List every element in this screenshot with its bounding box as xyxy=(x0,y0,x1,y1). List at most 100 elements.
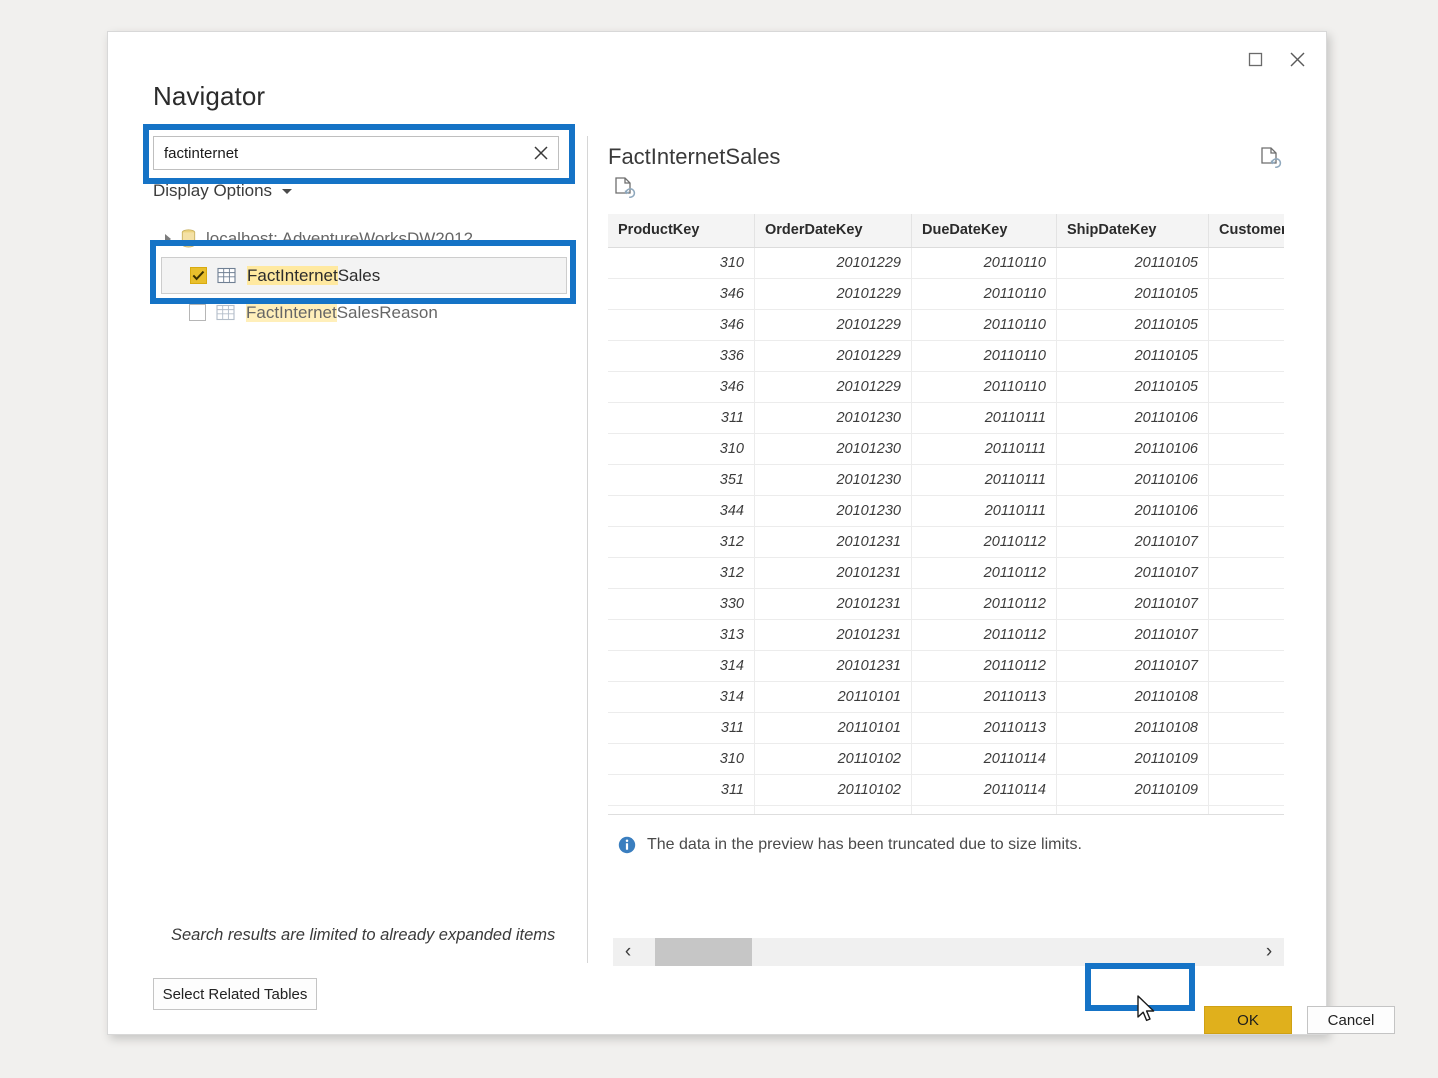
table-row[interactable]: 31120101230201101112011010627645 xyxy=(608,402,1284,434)
cancel-button[interactable]: Cancel xyxy=(1307,1006,1395,1034)
table-cell: 16351 xyxy=(1208,619,1284,651)
table-row[interactable]: 31020110102201101142011010927601 xyxy=(608,743,1284,775)
table-icon xyxy=(216,304,235,321)
close-icon xyxy=(1290,52,1304,66)
maximize-button[interactable] xyxy=(1234,42,1276,76)
table-cell: 20110101 xyxy=(754,712,912,744)
column-header-customerkey[interactable]: CustomerKey xyxy=(1208,214,1284,248)
table-cell: 16483 xyxy=(1208,805,1284,814)
table-cell: 20110112 xyxy=(911,557,1057,589)
table-cell: 20101229 xyxy=(754,309,912,341)
table-cell: 314 xyxy=(608,681,755,713)
table-row[interactable]: 31220101231201101122011010727621 xyxy=(608,526,1284,558)
column-header-shipdatekey[interactable]: ShipDateKey xyxy=(1056,214,1209,248)
table-cell: 336 xyxy=(608,340,755,372)
table-cell: 11005 xyxy=(1208,464,1284,496)
table-row[interactable]: 35120101230201101112011010611005 xyxy=(608,464,1284,496)
table-row[interactable]: 31420110101201101132011010827606 xyxy=(608,681,1284,713)
table-cell: 311 xyxy=(608,712,755,744)
table-cell: 11011 xyxy=(1208,495,1284,527)
table-row[interactable]: 31120110102201101142011010913591 xyxy=(608,774,1284,806)
scrollbar-track[interactable] xyxy=(643,938,1254,966)
table-cell: 16517 xyxy=(1208,650,1284,682)
table-cell: 20110105 xyxy=(1056,309,1209,341)
navigator-dialog: Navigator Display Options xyxy=(107,31,1395,1035)
table-cell: 312 xyxy=(608,557,755,589)
preview-grid[interactable]: ProductKey OrderDateKey DueDateKey ShipD… xyxy=(608,214,1284,815)
chevron-right-icon[interactable] xyxy=(165,233,171,244)
scroll-left-arrow-icon[interactable]: ‹ xyxy=(613,938,643,966)
table-cell: 310 xyxy=(608,433,755,465)
column-header-orderdatekey[interactable]: OrderDateKey xyxy=(754,214,912,248)
ok-button[interactable]: OK xyxy=(1204,1006,1292,1034)
table-cell: 20110107 xyxy=(1056,557,1209,589)
search-clear-button[interactable] xyxy=(524,137,558,169)
table-cell: 11003 xyxy=(1208,371,1284,403)
search-input[interactable] xyxy=(154,137,524,169)
table-row[interactable]: 34420101230201101112011010611011 xyxy=(608,495,1284,527)
table-row[interactable]: 34620101229201101102011010528389 xyxy=(608,278,1284,310)
table-cell: 351 xyxy=(608,464,755,496)
table-cell: 312 xyxy=(608,526,755,558)
display-options-dropdown[interactable]: Display Options xyxy=(153,178,559,204)
column-header-duedatekey[interactable]: DueDateKey xyxy=(911,214,1057,248)
table-cell: 13513 xyxy=(1208,712,1284,744)
search-results-note: Search results are limited to already ex… xyxy=(171,926,556,944)
table-row[interactable]: 34620101229201101102011010525863 xyxy=(608,309,1284,341)
select-related-tables-button[interactable]: Select Related Tables xyxy=(153,978,317,1010)
table-cell: 20101230 xyxy=(754,433,912,465)
table-cell: 330 xyxy=(608,588,755,620)
scrollbar-thumb[interactable] xyxy=(655,938,752,966)
table-row[interactable]: 31420101231201101122011010716517 xyxy=(608,650,1284,682)
page-title: Navigator xyxy=(153,81,266,111)
table-cell: 20110107 xyxy=(1056,650,1209,682)
horizontal-scrollbar[interactable]: ‹ › xyxy=(613,938,1284,966)
table-head: ProductKey OrderDateKey DueDateKey ShipD… xyxy=(608,214,1284,248)
table-cell: 20110109 xyxy=(1056,805,1209,814)
table-row[interactable]: 31420110102201101142011010916483 xyxy=(608,805,1284,814)
table-cell: 14501 xyxy=(1208,340,1284,372)
column-header-productkey[interactable]: ProductKey xyxy=(608,214,755,248)
table-cell: 20110106 xyxy=(1056,433,1209,465)
pane-divider xyxy=(587,136,588,963)
table-cell: 28389 xyxy=(1208,278,1284,310)
table-cell: 20101230 xyxy=(754,495,912,527)
tree-row-server[interactable]: localhost: AdventureWorksDW2012 xyxy=(153,220,573,257)
table-cell: 20110110 xyxy=(911,278,1057,310)
table-cell: 20101229 xyxy=(754,278,912,310)
table-body: 3102010122920110110201101052176834620101… xyxy=(608,247,1284,814)
table-row[interactable]: 31220101231201101122011010727616 xyxy=(608,557,1284,589)
table-cell: 20110102 xyxy=(754,805,912,814)
tree-row-factinternetsalesreason[interactable]: FactInternetSalesReason xyxy=(153,294,573,331)
table-cell: 20110108 xyxy=(1056,712,1209,744)
table-cell: 13591 xyxy=(1208,774,1284,806)
close-icon xyxy=(534,146,548,160)
table-cell: 20110111 xyxy=(911,495,1057,527)
checkbox-factinternetsalesreason[interactable] xyxy=(189,304,206,321)
tree-row-label-rest: Sales xyxy=(337,265,381,285)
search-box[interactable] xyxy=(153,136,559,170)
table-row[interactable]: 31320101231201101122011010716351 xyxy=(608,619,1284,651)
table-row[interactable]: 34620101229201101102011010511003 xyxy=(608,371,1284,403)
right-pane: FactInternetSales ProductKey OrderDateKe… xyxy=(608,136,1284,974)
window-controls xyxy=(1234,42,1318,76)
close-button[interactable] xyxy=(1276,42,1318,76)
table-row[interactable]: 31020101230201101112011010616624 xyxy=(608,433,1284,465)
table-cell: 346 xyxy=(608,278,755,310)
scroll-right-arrow-icon[interactable]: › xyxy=(1254,938,1284,966)
table-cell: 20101231 xyxy=(754,557,912,589)
table-row[interactable]: 33620101229201101102011010514501 xyxy=(608,340,1284,372)
display-options-label: Display Options xyxy=(153,181,273,200)
checkbox-factinternetsales[interactable] xyxy=(190,267,207,284)
preview-title: FactInternetSales xyxy=(608,144,781,169)
table-row[interactable]: 31020101229201101102011010521768 xyxy=(608,247,1284,279)
table-cell: 27606 xyxy=(1208,681,1284,713)
table-cell: 20110113 xyxy=(911,712,1057,744)
table-cell: 27621 xyxy=(1208,526,1284,558)
tree-row-factinternetsales[interactable]: FactInternetSales xyxy=(161,257,567,294)
table-row[interactable]: 33020101231201101122011010720042 xyxy=(608,588,1284,620)
table-cell: 20101229 xyxy=(754,340,912,372)
table-row[interactable]: 31120110101201101132011010813513 xyxy=(608,712,1284,744)
preview-refresh-icon[interactable] xyxy=(1259,146,1283,172)
table-cell: 20110106 xyxy=(1056,495,1209,527)
